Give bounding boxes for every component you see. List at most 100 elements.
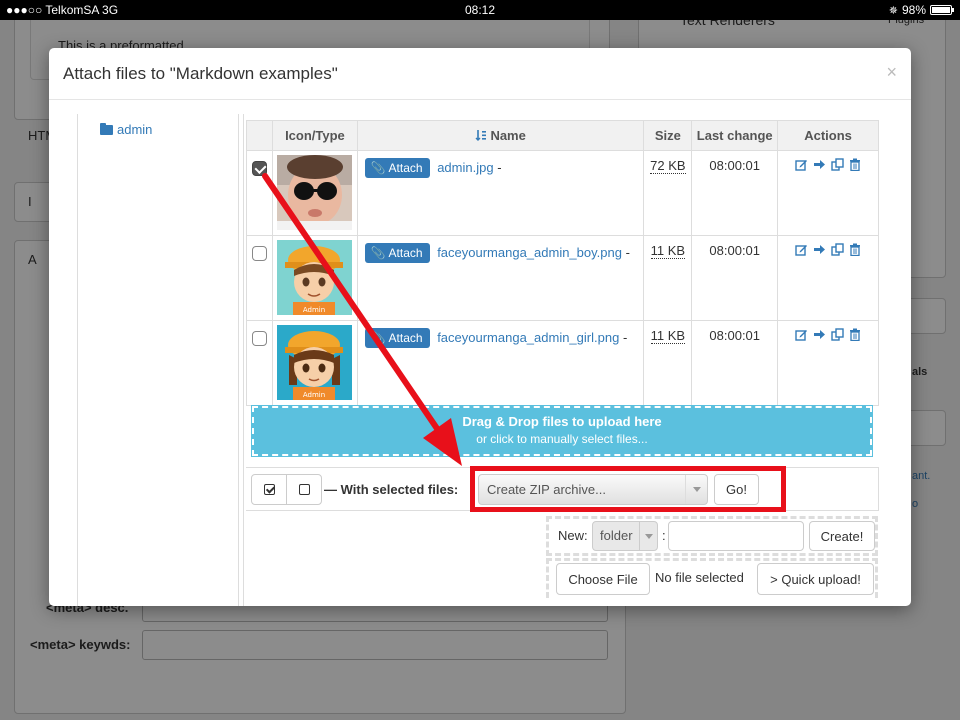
attach-label: Attach (388, 246, 423, 260)
header-actions: Actions (777, 120, 879, 151)
selection-toolbar: — With selected files: Create ZIP archiv… (246, 466, 879, 512)
thumbnail-cell (271, 150, 358, 236)
attach-files-modal: Attach files to "Markdown examples" × ad… (49, 48, 911, 606)
row-checkbox[interactable] (251, 246, 267, 261)
file-time-cell: 08:00:01 (691, 235, 779, 321)
copy-icon[interactable] (831, 328, 844, 341)
colon-separator: : (662, 528, 666, 543)
battery-icon (930, 5, 954, 15)
row-actions (795, 243, 861, 256)
modal-title: Attach files to "Markdown examples" (63, 64, 338, 83)
row-select-cell (246, 150, 273, 236)
table-header-row: Icon/Type Name Size Last change Actions (246, 120, 879, 151)
with-selected-label: — With selected files: (324, 482, 459, 497)
file-size: 11 KB (650, 243, 686, 259)
new-name-input[interactable] (668, 521, 804, 551)
trash-icon[interactable] (849, 158, 861, 171)
no-file-text: No file selected (655, 570, 744, 585)
attach-button[interactable]: 📎 Attach (364, 158, 430, 178)
file-dash: - (497, 160, 502, 175)
new-type-select[interactable]: folder (592, 521, 658, 551)
attach-label: Attach (388, 161, 423, 175)
status-time: 08:12 (464, 3, 496, 17)
attach-button[interactable]: 📎 Attach (364, 328, 430, 348)
file-actions-cell (777, 320, 879, 406)
header-last-change: Last change (691, 120, 779, 151)
edit-icon[interactable] (795, 158, 808, 171)
file-name-cell: 📎 Attach faceyourmanga_admin_girl.png - (356, 320, 645, 406)
bulk-action-value: Create ZIP archive... (487, 482, 606, 497)
move-arrow-icon[interactable] (813, 158, 826, 171)
table-row: 📎 Attach admin.jpg - 72 KB 08:00:01 (246, 150, 879, 236)
folder-tree: admin (77, 114, 239, 606)
bulk-action-select[interactable]: Create ZIP archive... (478, 474, 708, 505)
file-time-cell: 08:00:01 (691, 320, 779, 406)
row-checkbox[interactable] (251, 161, 267, 176)
copy-icon[interactable] (831, 243, 844, 256)
file-dash: - (622, 330, 628, 345)
edit-icon[interactable] (795, 328, 808, 341)
sort-ascending-icon (475, 130, 487, 141)
attach-button[interactable]: 📎 Attach (364, 243, 430, 263)
header-name-label: Name (490, 128, 526, 143)
tree-item-admin[interactable]: admin (100, 122, 152, 137)
trash-icon[interactable] (849, 243, 861, 256)
select-none-button[interactable] (286, 474, 322, 505)
file-size: 72 KB (650, 158, 686, 174)
header-name[interactable]: Name (356, 120, 645, 151)
modal-body: admin Icon/Type Name Size Last change Ac… (49, 100, 911, 606)
file-link[interactable]: admin.jpg (437, 160, 493, 175)
folder-open-icon (100, 122, 113, 135)
file-actions-cell (777, 235, 879, 321)
paperclip-icon: 📎 (370, 246, 386, 260)
row-actions (795, 328, 861, 341)
admin-photo-thumbnail (277, 155, 353, 230)
attach-label: Attach (388, 331, 423, 345)
file-size-cell: 11 KB (643, 235, 693, 321)
dropzone-title: Drag & Drop files to upload here (462, 414, 662, 429)
file-actions-cell (777, 150, 879, 236)
chevron-down-icon (639, 522, 657, 550)
file-size-cell: 11 KB (643, 320, 693, 406)
file-size-cell: 72 KB (643, 150, 693, 236)
choose-file-button[interactable]: Choose File (556, 563, 650, 595)
bluetooth-icon: ✵ (888, 4, 898, 17)
edit-icon[interactable] (795, 243, 808, 256)
chevron-down-icon (685, 475, 707, 504)
copy-icon[interactable] (831, 158, 844, 171)
move-arrow-icon[interactable] (813, 243, 826, 256)
paperclip-icon: 📎 (370, 331, 386, 345)
upload-dropzone[interactable]: Drag & Drop files to upload here or clic… (251, 405, 873, 457)
new-type-value: folder (600, 528, 633, 543)
thumbnail-cell: Admin (271, 320, 358, 406)
modal-header: Attach files to "Markdown examples" × (49, 48, 911, 100)
thumbnail-cell: Admin (271, 235, 358, 321)
header-icon-type: Icon/Type (271, 120, 358, 151)
file-link[interactable]: faceyourmanga_admin_boy.png (437, 245, 622, 260)
quick-upload-button[interactable]: > Quick upload! (757, 563, 874, 595)
move-arrow-icon[interactable] (813, 328, 826, 341)
header-size: Size (643, 120, 693, 151)
row-select-cell (246, 235, 273, 321)
close-icon[interactable]: × (886, 62, 897, 83)
file-link[interactable]: faceyourmanga_admin_girl.png (437, 330, 619, 345)
row-checkbox[interactable] (251, 331, 267, 346)
row-actions (795, 158, 861, 171)
trash-icon[interactable] (849, 328, 861, 341)
battery-status: ✵ 98% (888, 3, 954, 17)
row-select-cell (246, 320, 273, 406)
file-name-cell: 📎 Attach admin.jpg - (356, 150, 645, 236)
file-table: Icon/Type Name Size Last change Actions … (246, 120, 879, 406)
file-size: 11 KB (650, 328, 686, 344)
check-square-icon (263, 484, 275, 495)
thumb-badge: Admin (303, 391, 325, 399)
file-name-cell: 📎 Attach faceyourmanga_admin_boy.png - (356, 235, 645, 321)
go-button[interactable]: Go! (714, 474, 759, 505)
paperclip-icon: 📎 (370, 161, 386, 175)
tree-item-label: admin (117, 122, 153, 137)
create-button[interactable]: Create! (809, 521, 875, 551)
select-all-button[interactable] (251, 474, 287, 505)
manga-boy-avatar-thumbnail: Admin (277, 240, 353, 315)
battery-percent: 98% (901, 3, 926, 17)
manga-girl-avatar-thumbnail: Admin (277, 325, 353, 400)
